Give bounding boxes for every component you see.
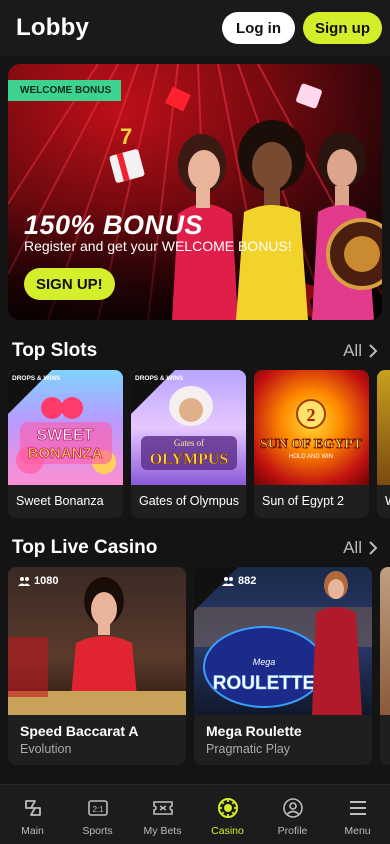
game-thumbnail: Gates of OLYMPUS DROPS & WINS	[131, 370, 246, 485]
live-card-mega-roulette[interactable]: Mega ROULETTE 882 Mega Roulette Pragmati…	[194, 567, 372, 765]
live-game-provider: Pragmatic Play	[206, 742, 291, 756]
live-game-name: Mega Roulette	[206, 723, 302, 739]
nav-label: Sports	[82, 825, 113, 837]
svg-text:7: 7	[120, 124, 132, 149]
svg-text:2:1: 2:1	[92, 805, 104, 814]
baccarat-dealer-art	[8, 577, 186, 715]
nav-label: My Bets	[143, 825, 182, 837]
svg-text:HOLD AND WIN: HOLD AND WIN	[289, 454, 333, 460]
svg-text:OLYMPUS: OLYMPUS	[150, 451, 229, 468]
game-name: Sweet Bonanza	[16, 494, 104, 508]
nav-menu[interactable]: Menu	[325, 785, 390, 844]
svg-text:BONANZA: BONANZA	[28, 445, 103, 462]
top-live-casino-header: Top Live Casino All	[12, 536, 378, 560]
profile-icon	[282, 798, 303, 818]
players-count: 882	[222, 575, 256, 587]
live-thumbnail: 1080	[8, 567, 186, 715]
drops-wins-label: DROPS & WINS	[12, 375, 61, 382]
top-live-all-link[interactable]: All	[343, 538, 362, 558]
chevron-right-icon[interactable]	[368, 344, 378, 358]
drops-wins-label: DROPS & WINS	[135, 375, 184, 382]
nav-main[interactable]: Main	[0, 785, 65, 844]
top-slots-all-link[interactable]: All	[343, 341, 362, 361]
svg-text:SWEET: SWEET	[37, 427, 94, 444]
live-card-speed-baccarat-a[interactable]: 1080 Speed Baccarat A Evolution	[8, 567, 186, 765]
nav-my-bets[interactable]: My Bets	[130, 785, 195, 844]
nav-profile[interactable]: Profile	[260, 785, 325, 844]
sports-icon: 2:1	[87, 800, 108, 816]
nav-label: Main	[21, 825, 44, 837]
svg-text:Mega: Mega	[253, 657, 276, 667]
nav-sports[interactable]: 2:1 Sports	[65, 785, 130, 844]
main-icon	[24, 800, 41, 816]
game-thumbnail	[377, 370, 390, 485]
nav-label: Menu	[344, 825, 371, 837]
chevron-right-icon[interactable]	[368, 541, 378, 555]
players-count: 1080	[18, 575, 58, 587]
ticket-icon	[152, 801, 173, 815]
live-game-name: Speed Baccarat A	[20, 723, 139, 739]
game-thumbnail: 2 SUN OF EGYPT HOLD AND WIN	[254, 370, 369, 485]
game-thumbnail: SWEET BONANZA DROPS & WINS	[8, 370, 123, 485]
login-button[interactable]: Log in	[222, 12, 295, 44]
page-title: Lobby	[16, 14, 89, 41]
top-header: Lobby Log in Sign up	[0, 0, 390, 56]
svg-text:2: 2	[307, 405, 316, 425]
game-name: Gates of Olympus	[139, 494, 240, 508]
nav-casino[interactable]: Casino	[195, 785, 260, 844]
menu-icon	[349, 801, 366, 815]
bottom-navigation: Main 2:1 Sports My Bets Casino Profile M…	[0, 784, 390, 844]
welcome-bonus-badge: WELCOME BONUS	[8, 80, 122, 101]
game-card-sun-of-egypt-2[interactable]: 2 SUN OF EGYPT HOLD AND WIN Sun of Egypt…	[254, 370, 369, 518]
svg-text:ROULETTE: ROULETTE	[213, 673, 315, 694]
casino-chip-icon	[217, 798, 238, 818]
section-title: Top Slots	[12, 340, 98, 361]
section-title: Top Live Casino	[12, 537, 158, 558]
live-card-partial[interactable]	[380, 567, 390, 765]
game-name: W	[377, 485, 390, 517]
live-thumbnail: Mega ROULETTE 882	[194, 567, 372, 715]
game-name: Sun of Egypt 2	[262, 494, 345, 508]
top-slots-header: Top Slots All	[12, 339, 378, 363]
top-live-carousel[interactable]: 1080 Speed Baccarat A Evolution Mega ROU…	[8, 567, 390, 767]
players-icon	[222, 577, 234, 586]
svg-text:Gates of: Gates of	[174, 438, 204, 448]
live-thumbnail	[380, 567, 390, 715]
top-slots-carousel[interactable]: SWEET BONANZA DROPS & WINS Sweet Bonanza…	[8, 370, 390, 520]
drops-wins-corner	[194, 567, 238, 611]
game-card-sweet-bonanza[interactable]: SWEET BONANZA DROPS & WINS Sweet Bonanza	[8, 370, 123, 518]
sun-of-egypt-art: 2 SUN OF EGYPT HOLD AND WIN	[260, 399, 363, 460]
live-game-provider: Evolution	[20, 742, 72, 756]
game-card-partial[interactable]: W	[377, 370, 390, 518]
svg-text:SUN OF EGYPT: SUN OF EGYPT	[260, 437, 363, 452]
hero-title: 150% BONUS	[24, 210, 204, 240]
players-count-value: 882	[238, 575, 257, 587]
signup-button[interactable]: Sign up	[303, 12, 382, 44]
game-card-gates-of-olympus[interactable]: Gates of OLYMPUS DROPS & WINS Gates of O…	[131, 370, 246, 518]
nav-label: Casino	[211, 825, 244, 837]
players-count-value: 1080	[34, 575, 59, 587]
hero-subtitle: Register and get your WELCOME BONUS!	[24, 238, 292, 254]
welcome-bonus-banner[interactable]: 7 WELCOME BONUS 150% BONUS Register and …	[8, 64, 382, 320]
hero-signup-button[interactable]: SIGN UP!	[24, 268, 115, 300]
nav-label: Profile	[277, 825, 308, 837]
players-icon	[18, 577, 30, 586]
